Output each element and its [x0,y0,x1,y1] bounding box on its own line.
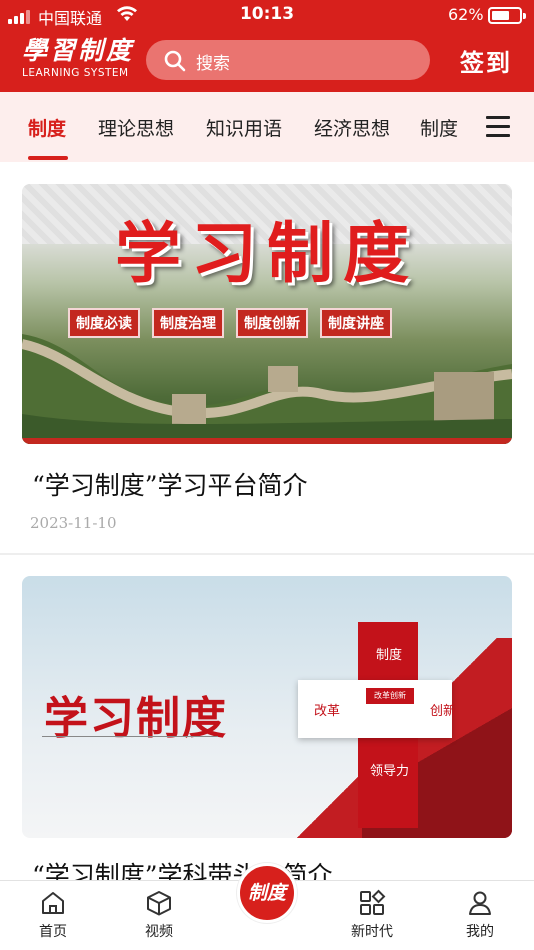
battery-icon [488,7,526,24]
article-image[interactable]: 学习制度 制度必读 制度治理 制度创新 制度讲座 [22,184,512,444]
tab-zhishi-yongyu[interactable]: 知识用语 [206,114,282,141]
home-icon [42,892,64,914]
diagram-label-left: 改革 [314,704,341,719]
nav-home[interactable]: 首页 [13,889,93,941]
logo-chinese: 學習制度 [22,36,135,65]
search-bar[interactable]: 搜索 [146,40,430,80]
tab-jingji-sixiang[interactable]: 经济思想 [314,114,390,141]
diagram-label-bottom: 领导力 [370,764,410,779]
active-tab-indicator [28,156,68,160]
article-image[interactable]: 学习制度 制度 改革 改革创新 创新 领导力 [22,576,512,838]
image-badge: 制度讲座 [320,308,392,338]
nav-video[interactable]: 视频 [119,889,199,941]
cube-icon [147,891,171,916]
apps-icon [360,889,386,915]
image-badge: 制度治理 [152,308,224,338]
status-bar: 中国联通 10:13 62% [0,0,534,30]
nav-label: 新时代 [351,924,393,940]
nav-label: 视频 [145,924,173,940]
diagram-arrow: 改革创新 [366,688,414,704]
app-header: 中国联通 10:13 62% 學習制度 LEARNING SYSTEM 搜索 签… [0,0,534,92]
diagram-label-top: 制度 [376,648,403,663]
user-icon [469,891,491,915]
tab-zhidu-more[interactable]: 制度 [420,114,464,144]
article-divider [0,553,534,555]
image-badges: 制度必读 制度治理 制度创新 制度讲座 [68,308,392,338]
signin-button[interactable]: 签到 [460,43,512,78]
nav-profile[interactable]: 我的 [440,889,520,941]
image-badge: 制度创新 [236,308,308,338]
image-badge: 制度必读 [68,308,140,338]
nav-label: 我的 [466,924,494,940]
great-wall-illustration [22,334,512,444]
bottom-nav: 首页 视频 制度 新时代 我的 [0,863,534,950]
tab-lilun-sixiang[interactable]: 理论思想 [98,114,174,141]
category-tabs: 制度 理论思想 知识用语 经济思想 制度 [0,92,534,162]
nav-label: 首页 [39,924,67,940]
diagram-label-right: 创新 [430,704,457,719]
image-heading: 学习制度 [115,215,419,292]
app-logo: 學習制度 LEARNING SYSTEM [22,36,140,84]
search-placeholder: 搜索 [196,54,230,74]
menu-icon[interactable] [486,116,510,138]
logo-english: LEARNING SYSTEM [22,67,129,79]
search-icon [164,50,186,72]
tab-zhidu[interactable]: 制度 [28,114,66,141]
nav-new-era[interactable]: 新时代 [332,889,412,941]
article-title[interactable]: “学习制度”学习平台简介 [32,466,308,502]
nav-center-logo[interactable]: 制度 [237,863,297,923]
article-date: 2023-11-10 [30,514,117,532]
battery-percent: 62% [448,5,484,24]
